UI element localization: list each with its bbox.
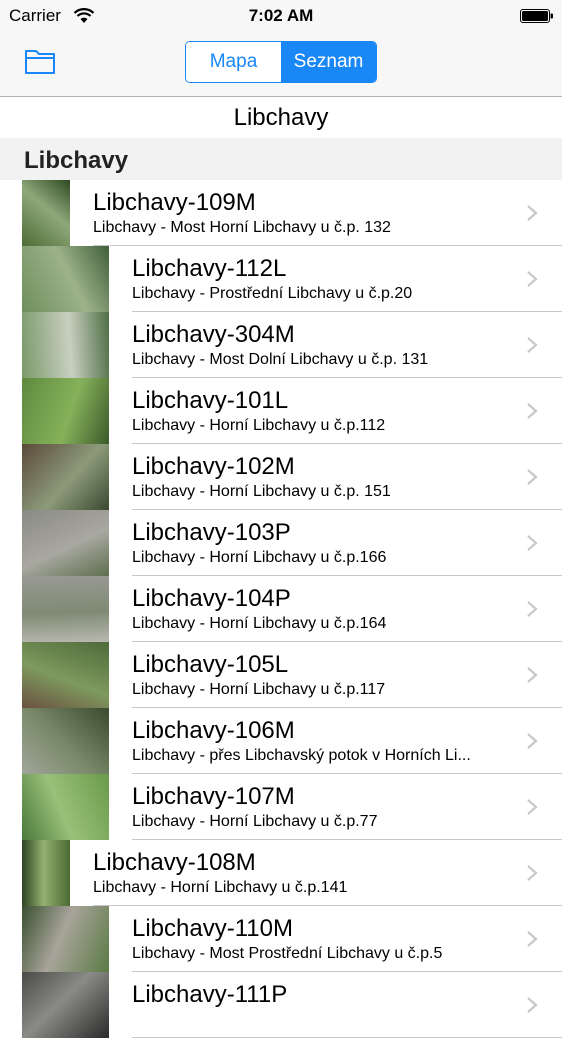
list-item[interactable]: Libchavy-105L Libchavy - Horní Libchavy u… [0, 642, 562, 708]
bridge-thumbnail [22, 576, 109, 642]
bridge-list: Libchavy-109M Libchavy - Most Horní Libch… [0, 180, 562, 1038]
item-subtitle: Libchavy - Horní Libchavy u č.p. 151 [132, 483, 391, 500]
chevron-right-icon [527, 205, 538, 221]
segment-map[interactable]: Mapa [186, 42, 281, 82]
list-item[interactable]: Libchavy-109M Libchavy - Most Horní Libch… [0, 180, 562, 246]
item-title: Libchavy-105L [132, 651, 289, 678]
item-subtitle: Libchavy - Horní Libchavy u č.p.141 [93, 879, 348, 896]
chevron-right-icon [527, 997, 538, 1013]
clock: 7:02 AM [248, 6, 314, 25]
battery-icon [520, 9, 553, 23]
item-title: Libchavy-110M [132, 915, 293, 942]
item-title: Libchavy-101L [132, 387, 289, 414]
item-title: Libchavy-106M [132, 717, 295, 744]
bridge-thumbnail [22, 378, 109, 444]
chevron-right-icon [527, 535, 538, 551]
bridge-thumbnail [22, 180, 70, 246]
page-title: Libchavy [0, 97, 562, 138]
item-title: Libchavy-112L [132, 255, 287, 282]
list-item[interactable]: Libchavy-112L Libchavy - Prostřední Libch… [0, 246, 562, 312]
list-item[interactable]: Libchavy-111P [0, 972, 562, 1038]
view-mode-segmented-control: Mapa Seznam [185, 41, 377, 83]
chevron-right-icon [527, 667, 538, 683]
item-subtitle: Libchavy - Horní Libchavy u č.p.112 [132, 417, 386, 434]
item-title: Libchavy-102M [132, 453, 295, 480]
bridge-thumbnail [22, 642, 109, 708]
bridge-thumbnail [22, 510, 109, 576]
chevron-right-icon [527, 601, 538, 617]
chevron-right-icon [527, 931, 538, 947]
item-subtitle: Libchavy - Most Horní Libchavy u č.p. 13… [93, 219, 391, 236]
chevron-right-icon [527, 799, 538, 815]
item-title: Libchavy-109M [93, 189, 256, 216]
bridge-thumbnail [22, 708, 109, 774]
item-title: Libchavy-104P [132, 585, 291, 612]
bridge-thumbnail [22, 972, 109, 1038]
chevron-right-icon [527, 733, 538, 749]
item-subtitle: Libchavy - přes Libchavský potok v Horní… [132, 747, 471, 764]
section-header: Libchavy [0, 138, 562, 180]
bridge-thumbnail [22, 312, 109, 378]
chevron-right-icon [527, 271, 538, 287]
bridge-thumbnail [22, 840, 70, 906]
item-subtitle: Libchavy - Horní Libchavy u č.p.164 [132, 615, 387, 632]
item-subtitle: Libchavy - Horní Libchavy u č.p.77 [132, 813, 378, 830]
status-bar: Carrier 7:02 AM [0, 0, 562, 34]
list-item[interactable]: Libchavy-102M Libchavy - Horní Libchavy u… [0, 444, 562, 510]
item-title: Libchavy-111P [132, 981, 288, 1008]
item-subtitle: Libchavy - Most Dolní Libchavy u č.p. 13… [132, 351, 429, 368]
bridge-thumbnail [22, 444, 109, 510]
list-item[interactable]: Libchavy-106M Libchavy - přes Libchavský … [0, 708, 562, 774]
item-subtitle: Libchavy - Horní Libchavy u č.p.117 [132, 681, 386, 698]
section-title: Libchavy [24, 147, 129, 174]
chevron-right-icon [527, 469, 538, 485]
chevron-right-icon [527, 865, 538, 881]
item-title: Libchavy-103P [132, 519, 291, 546]
item-title: Libchavy-304M [132, 321, 295, 348]
navigation-bar: Mapa Seznam [0, 34, 562, 97]
item-subtitle: Libchavy - Horní Libchavy u č.p.166 [132, 549, 387, 566]
item-title: Libchavy-108M [93, 849, 256, 876]
item-subtitle: Libchavy - Prostřední Libchavy u č.p.20 [132, 285, 413, 302]
list-item[interactable]: Libchavy-304M Libchavy - Most Dolní Libch… [0, 312, 562, 378]
list-item[interactable]: Libchavy-108M Libchavy - Horní Libchavy u… [0, 840, 562, 906]
list-item[interactable]: Libchavy-101L Libchavy - Horní Libchavy u… [0, 378, 562, 444]
list-item[interactable]: Libchavy-104P Libchavy - Horní Libchavy u… [0, 576, 562, 642]
list-item[interactable]: Libchavy-103P Libchavy - Horní Libchavy u… [0, 510, 562, 576]
list-item[interactable]: Libchavy-107M Libchavy - Horní Libchavy u… [0, 774, 562, 840]
bridge-thumbnail [22, 774, 109, 840]
folder-icon[interactable] [24, 47, 56, 75]
bridge-thumbnail [22, 906, 109, 972]
item-subtitle: Libchavy - Most Prostřední Libchavy u č.… [132, 945, 443, 962]
segment-list[interactable]: Seznam [281, 42, 376, 82]
item-title: Libchavy-107M [132, 783, 295, 810]
chevron-right-icon [527, 403, 538, 419]
list-item[interactable]: Libchavy-110M Libchavy - Most Prostřední … [0, 906, 562, 972]
bridge-thumbnail [22, 246, 109, 312]
chevron-right-icon [527, 337, 538, 353]
